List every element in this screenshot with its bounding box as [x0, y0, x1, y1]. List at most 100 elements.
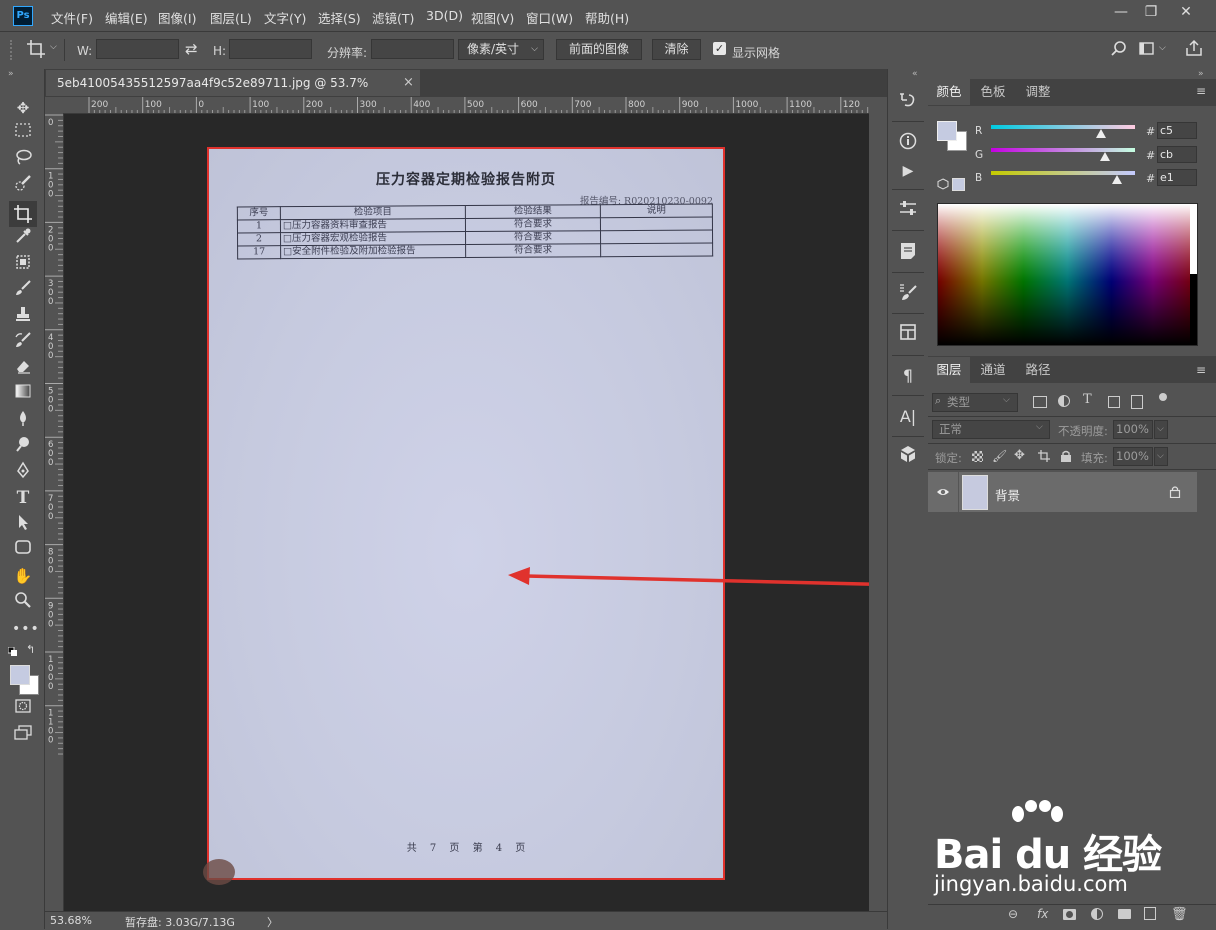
- folder-icon[interactable]: [1118, 909, 1131, 919]
- tab-layers[interactable]: 图层: [928, 357, 970, 383]
- layers-panel-menu-icon[interactable]: ≡: [1196, 363, 1206, 377]
- filter-toggle-icon[interactable]: [1159, 393, 1167, 401]
- collapse-icon[interactable]: «: [912, 69, 918, 79]
- close-button[interactable]: ✕: [1171, 2, 1201, 22]
- opacity-input[interactable]: 100%: [1113, 420, 1153, 439]
- search-icon[interactable]: [1110, 40, 1128, 58]
- resolution-input[interactable]: [371, 39, 454, 59]
- collapse-icon[interactable]: »: [1198, 69, 1204, 79]
- adjustment-filter-icon[interactable]: [1058, 395, 1070, 407]
- menu-3d[interactable]: 3D(D): [426, 8, 463, 23]
- width-input[interactable]: [96, 39, 179, 59]
- layer-row-background[interactable]: 背景: [928, 472, 1197, 512]
- green-hex-input[interactable]: cb: [1157, 146, 1197, 163]
- info-icon[interactable]: [897, 132, 919, 154]
- notes-icon[interactable]: [897, 242, 919, 264]
- fill-dropdown[interactable]: ⌵: [1154, 447, 1168, 466]
- restore-button[interactable]: ❐: [1136, 2, 1166, 22]
- default-colors-icon[interactable]: [7, 645, 17, 656]
- healing-brush-tool-icon[interactable]: [12, 253, 34, 275]
- show-grid-checkbox[interactable]: ✓: [713, 42, 726, 55]
- swap-colors-icon[interactable]: ↰: [26, 643, 35, 656]
- opacity-dropdown[interactable]: ⌵: [1154, 420, 1168, 439]
- more-tools-icon[interactable]: •••: [12, 618, 39, 640]
- height-input[interactable]: [229, 39, 312, 59]
- blue-hex-input[interactable]: e1: [1157, 169, 1197, 186]
- tab-paths[interactable]: 路径: [1016, 357, 1060, 383]
- collapse-icon[interactable]: »: [8, 69, 14, 79]
- shape-filter-icon[interactable]: [1108, 396, 1120, 408]
- libraries-icon[interactable]: [897, 324, 919, 346]
- blur-tool-icon[interactable]: [12, 409, 34, 431]
- layer-name[interactable]: 背景: [995, 485, 1020, 504]
- lock-artboard-icon[interactable]: [1037, 449, 1051, 463]
- horizontal-ruler[interactable]: 200 100 0 100 200 300 400 500 600 700 800 900 1000 11…: [63, 97, 870, 114]
- adjustment-icon[interactable]: [1091, 908, 1103, 920]
- lasso-tool-icon[interactable]: [12, 148, 34, 170]
- paragraph-icon[interactable]: ¶: [897, 365, 919, 387]
- screen-mode-icon[interactable]: [12, 725, 34, 747]
- eye-icon[interactable]: [936, 485, 950, 499]
- zoom-tool-icon[interactable]: [12, 591, 34, 613]
- marquee-tool-icon[interactable]: [12, 122, 34, 144]
- menu-layer[interactable]: 图层(L): [210, 8, 252, 27]
- spectrum-white-strip[interactable]: [1190, 204, 1197, 274]
- stamp-tool-icon[interactable]: [12, 305, 34, 327]
- smart-object-filter-icon[interactable]: [1131, 395, 1143, 409]
- shape-tool-icon[interactable]: [12, 539, 34, 561]
- status-menu-arrow[interactable]: 〉: [267, 914, 278, 930]
- clear-button[interactable]: 清除: [652, 39, 701, 60]
- canvas-area[interactable]: 压力容器定期检验报告附页 报告编号: R020210230-0092 序号 检验…: [64, 114, 869, 911]
- minimize-button[interactable]: —: [1106, 2, 1136, 22]
- document-tab[interactable]: 5eb41005435512597aa4f9c52e89711.jpg @ 53…: [46, 70, 420, 116]
- type-tool-icon[interactable]: T: [12, 487, 34, 509]
- menu-edit[interactable]: 编辑(E): [105, 8, 148, 27]
- pixel-filter-icon[interactable]: [1033, 396, 1047, 408]
- quick-select-tool-icon[interactable]: [12, 174, 34, 196]
- lock-transparent-icon[interactable]: [972, 451, 983, 462]
- crop-tool-icon[interactable]: [9, 201, 37, 227]
- green-slider-thumb[interactable]: [1100, 152, 1110, 161]
- eyedropper-tool-icon[interactable]: [12, 227, 34, 249]
- fill-input[interactable]: 100%: [1113, 447, 1153, 466]
- color-panel-menu-icon[interactable]: ≡: [1196, 84, 1206, 98]
- quick-mask-icon[interactable]: [12, 698, 34, 720]
- color-spectrum[interactable]: [937, 203, 1198, 346]
- front-image-button[interactable]: 前面的图像: [556, 39, 642, 60]
- unit-select[interactable]: 像素/英寸 ⌵: [458, 39, 544, 60]
- menu-type[interactable]: 文字(Y): [264, 8, 306, 27]
- green-slider[interactable]: [991, 148, 1135, 152]
- properties-icon[interactable]: [897, 200, 919, 222]
- lock-pixels-icon[interactable]: 🖌: [992, 449, 1007, 463]
- lock-position-icon[interactable]: ✥: [1014, 448, 1025, 463]
- blend-mode-select[interactable]: 正常: [932, 420, 1050, 439]
- brush-presets-icon[interactable]: [897, 283, 919, 305]
- pen-tool-icon[interactable]: [12, 461, 34, 483]
- play-actions-icon[interactable]: ▶: [897, 160, 919, 182]
- lock-all-icon[interactable]: [1060, 450, 1072, 462]
- swap-icon[interactable]: ⇄: [185, 40, 198, 58]
- out-of-gamut-swatch[interactable]: [952, 178, 965, 191]
- menu-file[interactable]: 文件(F): [51, 8, 93, 27]
- gradient-tool-icon[interactable]: [12, 383, 34, 405]
- trash-icon[interactable]: 🗑: [1171, 907, 1188, 922]
- document-image[interactable]: 压力容器定期检验报告附页 报告编号: R020210230-0092 序号 检验…: [203, 147, 725, 885]
- path-select-tool-icon[interactable]: [12, 513, 34, 535]
- tab-color[interactable]: 颜色: [928, 79, 970, 105]
- document-tab-close-icon[interactable]: ×: [403, 70, 414, 96]
- menu-view[interactable]: 视图(V): [471, 8, 514, 27]
- red-slider-thumb[interactable]: [1096, 129, 1106, 138]
- menu-filter[interactable]: 滤镜(T): [372, 8, 414, 27]
- red-slider[interactable]: [991, 125, 1135, 129]
- type-filter-icon[interactable]: T: [1083, 392, 1092, 407]
- chevron-down-icon[interactable]: ⌵: [50, 42, 57, 52]
- dodge-tool-icon[interactable]: [12, 435, 34, 457]
- brush-tool-icon[interactable]: [12, 279, 34, 301]
- spectrum-black-strip[interactable]: [1190, 274, 1197, 345]
- tab-channels[interactable]: 通道: [971, 357, 1015, 383]
- eraser-tool-icon[interactable]: [12, 357, 34, 379]
- zoom-level[interactable]: 53.68%: [50, 914, 92, 927]
- tab-swatches[interactable]: 色板: [971, 79, 1015, 105]
- ruler-origin[interactable]: [45, 97, 63, 113]
- history-brush-tool-icon[interactable]: [12, 331, 34, 353]
